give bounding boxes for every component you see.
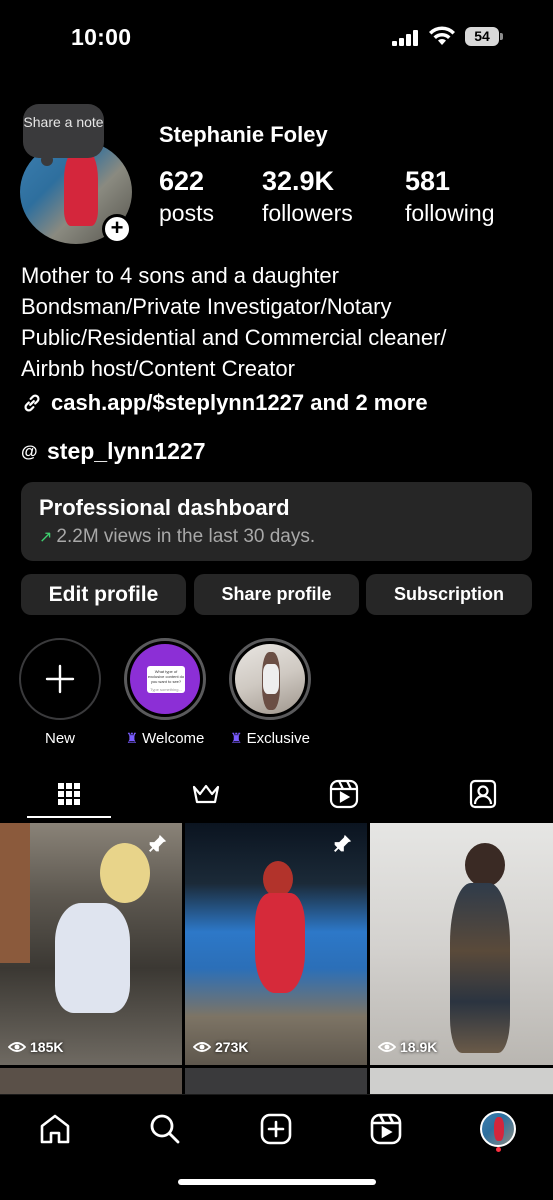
tab-tagged[interactable] [459, 774, 507, 814]
pin-icon [149, 834, 167, 852]
signal-icon [392, 30, 418, 46]
threads-link[interactable]: @ step_lynn1227 [21, 438, 206, 465]
threads-handle: step_lynn1227 [47, 438, 206, 464]
eye-icon [193, 1042, 211, 1052]
post-views-count: 18.9K [400, 1039, 438, 1055]
followers-count: 32.9K [262, 166, 335, 196]
active-tab-indicator [27, 816, 111, 818]
search-icon [150, 1114, 180, 1144]
subscription-button[interactable]: Subscription [366, 574, 532, 615]
bio-line: Airbnb host/Content Creator [21, 356, 295, 381]
nav-home[interactable] [35, 1109, 75, 1149]
following-count: 581 [405, 166, 451, 196]
plus-icon [45, 664, 75, 694]
tab-posts-grid[interactable] [45, 774, 93, 814]
bio-line: Bondsman/Private Investigator/Notary [21, 294, 392, 319]
stat-posts[interactable]: 622 posts [159, 166, 214, 230]
post-thumbnail-2[interactable]: 273K [185, 823, 367, 1065]
profile-avatar-small [480, 1111, 516, 1147]
eye-icon [8, 1042, 26, 1052]
nav-profile[interactable] [478, 1109, 518, 1149]
bottom-navigation [0, 1094, 553, 1200]
notification-dot [496, 1147, 501, 1152]
pin-icon [334, 834, 352, 852]
highlight-label: Exclusive [246, 730, 310, 747]
stat-followers[interactable]: 32.9K followers [262, 166, 353, 230]
grid-icon [58, 783, 80, 805]
bio-line: Public/Residential and Commercial cleane… [21, 325, 447, 350]
welcome-placeholder: Type something... [150, 687, 182, 692]
highlight-welcome[interactable]: What type of exclusive content do you wa… [123, 638, 207, 747]
followers-label: followers [262, 200, 353, 226]
profile-bio: Mother to 4 sons and a daughter Bondsman… [21, 260, 541, 384]
posts-count: 622 [159, 166, 205, 196]
link-icon [24, 394, 40, 412]
wifi-icon [429, 26, 455, 45]
reels-icon [329, 779, 359, 809]
highlight-new[interactable]: New [18, 638, 102, 747]
battery-level: 54 [465, 27, 499, 46]
tab-reels[interactable] [320, 774, 368, 814]
dashboard-title: Professional dashboard [39, 495, 290, 520]
battery-icon: 54 [465, 27, 503, 46]
crown-icon: ♜ [125, 730, 139, 746]
home-indicator [178, 1179, 376, 1185]
share-profile-button[interactable]: Share profile [194, 574, 359, 615]
nav-create[interactable] [256, 1109, 296, 1149]
posts-label: posts [159, 200, 214, 226]
post-views: 273K [193, 1039, 248, 1055]
post-views-count: 273K [215, 1039, 249, 1055]
nav-reels[interactable] [366, 1109, 406, 1149]
post-thumbnail-3[interactable]: 18.9K [370, 823, 553, 1065]
reels-icon [370, 1113, 402, 1145]
tab-subscriptions[interactable] [182, 774, 230, 814]
crown-icon [192, 784, 220, 804]
post-views: 18.9K [378, 1039, 437, 1055]
trend-up-icon: ↗ [39, 529, 53, 546]
threads-icon: @ [21, 441, 38, 461]
status-time: 10:00 [71, 24, 132, 50]
bio-line: Mother to 4 sons and a daughter [21, 263, 339, 288]
nav-search[interactable] [145, 1109, 185, 1149]
highlight-exclusive[interactable]: ♜ Exclusive [228, 638, 312, 747]
crown-icon: ♜ [230, 730, 243, 746]
tagged-icon [469, 779, 497, 809]
profile-name: Stephanie Foley [159, 122, 328, 147]
share-note-bubble[interactable]: Share a note [23, 104, 104, 166]
link-text: cash.app/$steplynn1227 and 2 more [51, 390, 428, 415]
dashboard-views-text: 2.2M views in the last 30 days. [56, 526, 316, 547]
add-story-icon[interactable]: + [102, 214, 132, 244]
highlight-label: New [44, 730, 75, 747]
status-bar: 10:00 54 [0, 0, 553, 76]
eye-icon [378, 1042, 396, 1052]
home-icon [40, 1114, 70, 1144]
dashboard-subtitle: ↗ 2.2M views in the last 30 days. [39, 522, 514, 553]
post-thumbnail-1[interactable]: 185K [0, 823, 182, 1065]
post-views: 185K [8, 1039, 63, 1055]
create-post-icon [260, 1113, 292, 1145]
stat-following[interactable]: 581 following [405, 166, 495, 230]
following-label: following [405, 200, 495, 226]
highlight-label: Welcome [142, 730, 205, 747]
professional-dashboard[interactable]: Professional dashboard ↗ 2.2M views in th… [21, 482, 532, 561]
profile-link[interactable]: cash.app/$steplynn1227 and 2 more [21, 390, 428, 416]
post-views-count: 185K [30, 1039, 64, 1055]
welcome-question: What type of exclusive content do you wa… [147, 669, 185, 684]
edit-profile-button[interactable]: Edit profile [21, 574, 186, 615]
